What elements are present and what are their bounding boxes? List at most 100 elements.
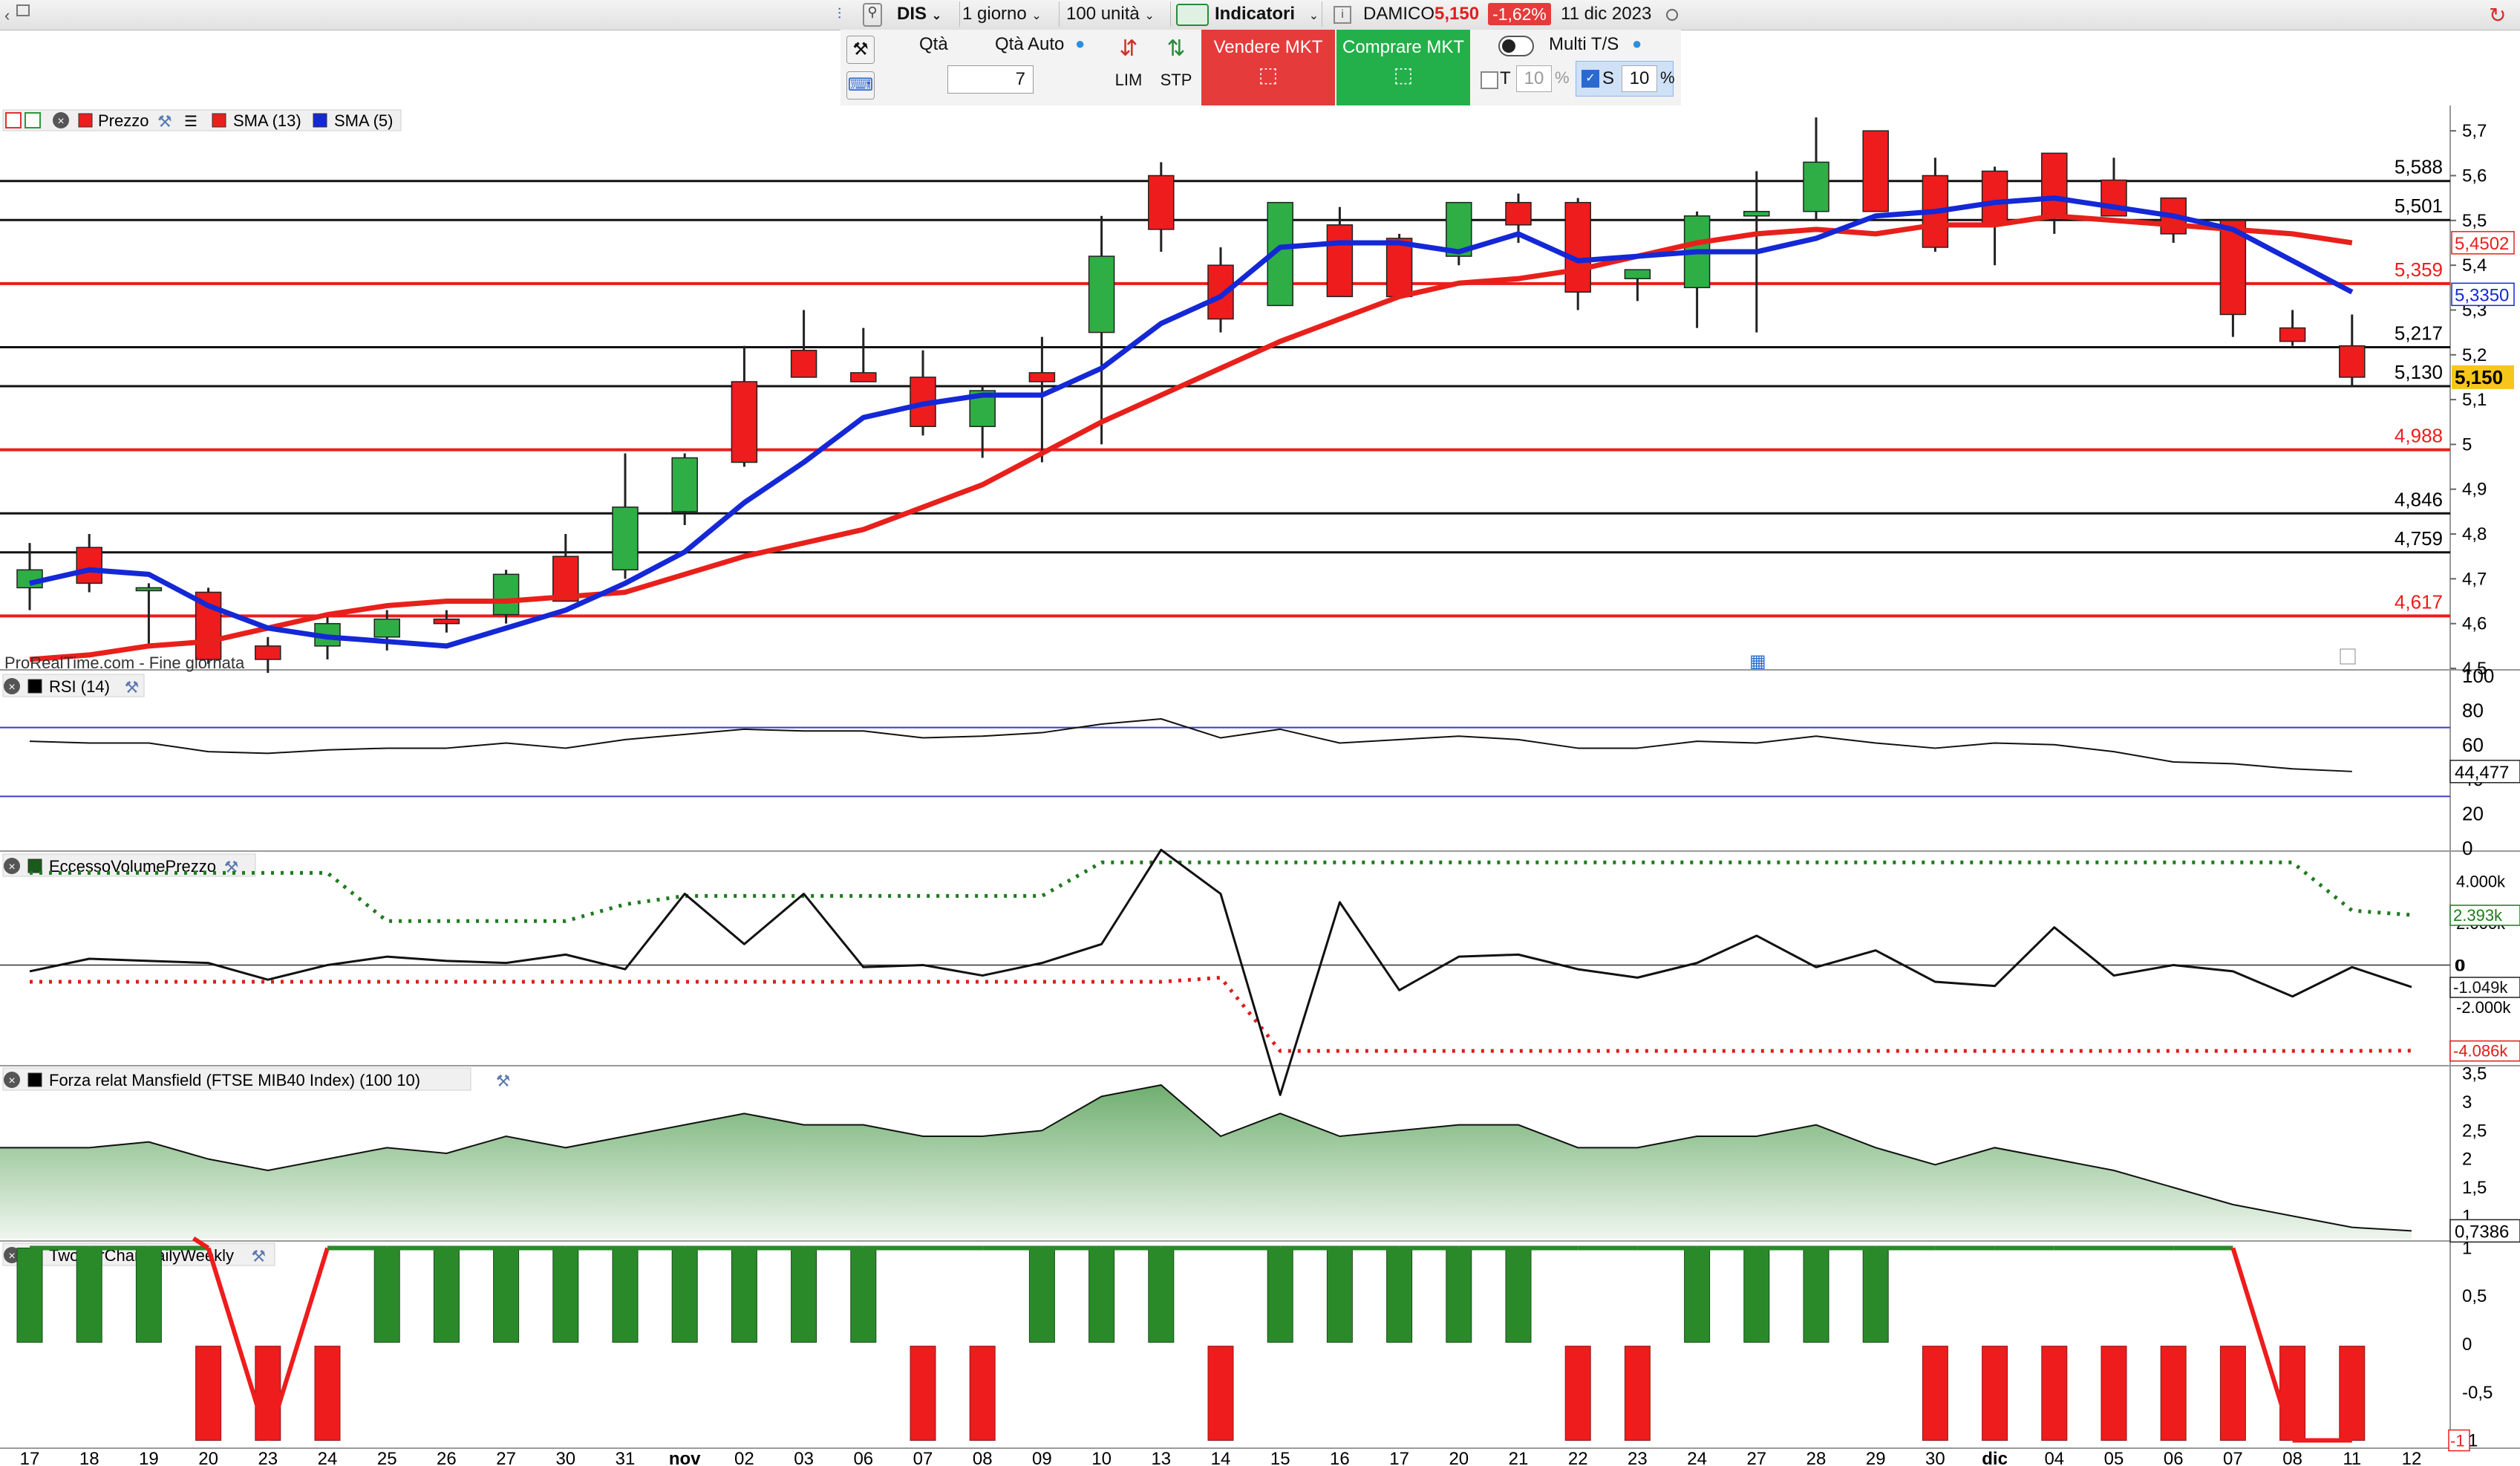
evp-value-badge: -1.049k: [2453, 978, 2508, 997]
rsi-tick-label: 0: [2462, 837, 2472, 859]
twobar-negative-bar: [1624, 1346, 1651, 1441]
key-level-label: 4,988: [2395, 425, 2443, 447]
twobar-positive-bar: [850, 1247, 877, 1343]
twobar-negative-bar: [969, 1346, 996, 1441]
x-tick-label: 25: [377, 1449, 397, 1466]
price-legend-label: Prezzo: [98, 111, 148, 130]
key-level-label: 4,617: [2395, 590, 2443, 613]
twobar-positive-bar: [1326, 1247, 1353, 1343]
level-label: 4,846: [2395, 488, 2443, 510]
twobar-positive-bar: [135, 1247, 162, 1343]
candle-body: [433, 618, 460, 625]
x-tick-label: dic: [1982, 1449, 2008, 1466]
y-tick-label: 5,4: [2462, 255, 2487, 276]
twobar-negative-bar: [195, 1346, 222, 1441]
x-tick-label: 03: [794, 1449, 814, 1466]
panel-legend-label: Forza relat Mansfield (FTSE MIB40 Index)…: [49, 1071, 420, 1089]
key-level-label: 5,359: [2395, 258, 2443, 281]
panel-color-swatch: [27, 679, 42, 694]
sma13-legend-label: SMA (13): [233, 111, 301, 130]
y-tick-label: 5,5: [2462, 211, 2487, 231]
twobar-positive-bar: [671, 1247, 698, 1343]
calendar-icon: ▦: [1749, 651, 1766, 671]
x-tick-label: 22: [1568, 1449, 1588, 1466]
x-tick-label: 08: [973, 1449, 993, 1466]
x-tick-label: 24: [318, 1449, 338, 1466]
twobar-positive-bar: [1028, 1247, 1055, 1343]
candle-body: [373, 618, 400, 638]
twobar-negative-bar: [255, 1346, 281, 1441]
wrench-icon[interactable]: ⚒: [496, 1072, 511, 1090]
price-color-swatch: [78, 113, 93, 128]
wrench-icon[interactable]: ⚒: [157, 112, 172, 131]
twobar-positive-bar: [493, 1247, 520, 1343]
y-tick-label: 4,9: [2462, 480, 2487, 500]
candle-body: [1326, 224, 1354, 298]
x-tick-label: 23: [1628, 1449, 1648, 1466]
candle-body: [2041, 152, 2068, 217]
y-tick-label: 4,8: [2462, 524, 2487, 544]
y-tick-label: 4,6: [2462, 614, 2487, 634]
x-tick-label: 11: [2343, 1449, 2361, 1466]
y-tick-label: 5,7: [2462, 121, 2487, 141]
twobar-negative-bar: [314, 1346, 341, 1441]
y-tick-label: 4,7: [2462, 569, 2487, 589]
twobar-negative-bar: [2160, 1346, 2187, 1441]
twobar-negative-bar: [2339, 1346, 2366, 1441]
twobar-positive-bar: [1803, 1247, 1829, 1343]
close-x-glyph: ×: [57, 115, 64, 128]
candle-body: [1743, 210, 1770, 217]
candle-body: [1028, 372, 1056, 382]
sma5-legend-label: SMA (5): [334, 111, 393, 130]
expand-icon: [25, 112, 41, 128]
y-tick-label: 5: [2462, 434, 2472, 455]
x-tick-label: 27: [1746, 1449, 1766, 1466]
panel-color-swatch: [27, 1072, 42, 1087]
candle-body: [671, 457, 698, 512]
twobar-positive-bar: [1862, 1247, 1889, 1343]
twobar-tick-label: 1: [2462, 1238, 2472, 1258]
level-label: 4,759: [2395, 527, 2443, 550]
twobar-positive-bar: [1267, 1247, 1293, 1343]
close-x-glyph: ×: [8, 1250, 15, 1263]
twobar-positive-bar: [612, 1247, 639, 1343]
mansfield-tick-label: 3: [2462, 1092, 2472, 1112]
twobar-positive-bar: [731, 1247, 757, 1343]
wrench-icon[interactable]: ⚒: [251, 1247, 266, 1265]
axis-corner: [2451, 1450, 2520, 1466]
candle-body: [255, 645, 281, 660]
twobar-negative-bar: [1982, 1346, 2008, 1441]
twobar-positive-bar: [791, 1247, 817, 1343]
wrench-icon[interactable]: ⚒: [125, 678, 140, 697]
sma13-color-swatch: [212, 113, 226, 128]
x-tick-label: 21: [1509, 1449, 1529, 1466]
candle-body: [1862, 130, 1889, 212]
x-tick-label: 06: [2164, 1449, 2184, 1466]
collapse-icon: [5, 112, 22, 128]
x-tick-label: 10: [1091, 1449, 1112, 1466]
close-x-glyph: ×: [8, 681, 15, 694]
evp-zero-label: 0: [2455, 956, 2464, 974]
x-tick-label: 13: [1151, 1449, 1171, 1466]
evp-lower-badge: -4.086k: [2453, 1042, 2508, 1061]
x-tick-label: 17: [20, 1449, 40, 1466]
x-tick-label: 31: [616, 1449, 636, 1466]
x-tick-label: 30: [555, 1449, 575, 1466]
twobar-positive-bar: [16, 1247, 43, 1343]
level-label: 5,130: [2395, 361, 2443, 383]
candle-body: [1564, 201, 1591, 293]
level-label: 5,588: [2395, 156, 2443, 178]
info-panel-icon: [2340, 648, 2356, 665]
candle-body: [731, 381, 758, 463]
candle-body: [135, 587, 163, 592]
twobar-positive-bar: [1505, 1247, 1532, 1343]
x-tick-label: 05: [2104, 1449, 2124, 1466]
evp-upper-badge: 2.393k: [2453, 906, 2503, 925]
chart-area[interactable]: × Prezzo ⚒ ☰ SMA (13) SMA (5) × RSI (14) ⚒ × Ecces…: [0, 0, 2520, 1466]
candle-body: [1803, 161, 1829, 212]
candle-body: [850, 372, 877, 382]
candle-body: [1981, 170, 2008, 226]
twobar-positive-bar: [373, 1247, 400, 1343]
wrench-icon[interactable]: ⚒: [224, 858, 239, 876]
close-x-glyph: ×: [8, 1075, 15, 1087]
